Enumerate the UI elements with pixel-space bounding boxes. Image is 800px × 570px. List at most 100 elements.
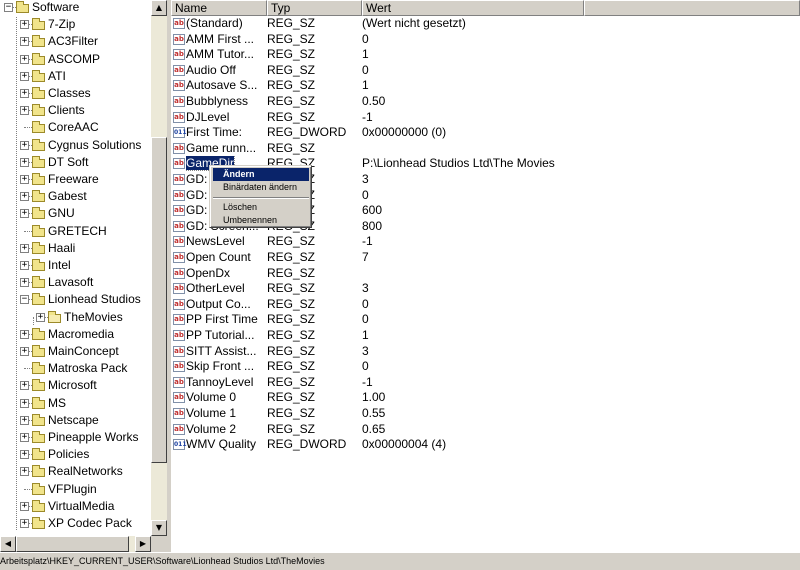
scroll-down-button[interactable]: ▼: [151, 520, 167, 536]
registry-values-list[interactable]: Name Typ Wert ab (Standard) REG_SZ (Wert ni…: [171, 0, 800, 552]
value-row[interactable]: ab OpenDx REG_SZ: [171, 266, 800, 282]
value-row[interactable]: ab Output Co... REG_SZ 0: [171, 297, 800, 313]
expand-icon[interactable]: +: [20, 89, 29, 98]
value-row[interactable]: ab Bubblyness REG_SZ 0.50: [171, 94, 800, 110]
tree-item[interactable]: + Intel: [0, 257, 151, 274]
expand-icon[interactable]: +: [20, 140, 29, 150]
value-data: 7: [362, 250, 369, 264]
tree-item[interactable]: + ATI: [0, 68, 151, 85]
expand-icon[interactable]: +: [20, 467, 29, 477]
expand-icon[interactable]: +: [20, 175, 29, 184]
tree-item[interactable]: − Lionhead Studios: [0, 291, 151, 308]
tree-item[interactable]: + ASCOMP: [0, 51, 151, 68]
value-row[interactable]: ab (Standard) REG_SZ (Wert nicht gesetzt): [171, 16, 800, 32]
value-row[interactable]: ab AMM Tutor... REG_SZ 1: [171, 47, 800, 63]
tree-item[interactable]: + Clients: [0, 102, 151, 119]
tree-item[interactable]: VFPlugin: [0, 481, 151, 498]
expand-icon[interactable]: +: [20, 106, 29, 116]
expand-icon[interactable]: +: [20, 398, 29, 408]
expand-icon[interactable]: +: [20, 347, 29, 356]
tree-vertical-scrollbar[interactable]: ▲ ▼: [151, 0, 167, 536]
tree-item[interactable]: + Microsoft: [0, 377, 151, 394]
collapse-icon[interactable]: −: [20, 295, 29, 305]
menu-item-edit[interactable]: Ändern: [213, 168, 309, 181]
tree-item[interactable]: + Pineapple Works: [0, 429, 151, 446]
tree-item[interactable]: + Macromedia: [0, 326, 151, 343]
expand-icon[interactable]: +: [20, 278, 29, 288]
tree-item[interactable]: + RealNetworks: [0, 463, 151, 480]
value-row[interactable]: 011 WMV Quality REG_DWORD 0x00000004 (4): [171, 437, 800, 453]
tree-item[interactable]: Matroska Pack: [0, 360, 151, 377]
scroll-left-button[interactable]: ◀: [0, 536, 16, 552]
expand-icon[interactable]: +: [20, 501, 29, 511]
tree-item-label: DT Soft: [48, 154, 89, 169]
tree-item[interactable]: + DT Soft: [0, 154, 151, 171]
tree-item[interactable]: + Gabest: [0, 188, 151, 205]
value-row[interactable]: ab PP First Time REG_SZ 0: [171, 312, 800, 328]
tree-item[interactable]: + XP Codec Pack: [0, 515, 151, 532]
tree-item[interactable]: + Classes: [0, 85, 151, 102]
horizontal-scroll-thumb[interactable]: [16, 536, 129, 552]
value-row[interactable]: ab Skip Front ... REG_SZ 0: [171, 359, 800, 375]
menu-item-delete[interactable]: Löschen: [213, 201, 309, 214]
vertical-scroll-thumb[interactable]: [151, 137, 167, 463]
registry-key-tree[interactable]: − Software +7-Zip + AC3Filter + ASCOMP + ATI + Cla…: [0, 0, 151, 536]
expand-icon[interactable]: +: [20, 192, 29, 202]
tree-item[interactable]: + Lavasoft: [0, 274, 151, 291]
expand-icon[interactable]: +: [20, 381, 29, 391]
expand-icon[interactable]: +: [20, 37, 29, 47]
expand-icon[interactable]: +: [20, 209, 29, 219]
value-row[interactable]: ab OtherLevel REG_SZ 3: [171, 281, 800, 297]
tree-item[interactable]: CoreAAC: [0, 119, 151, 136]
tree-item[interactable]: − Software: [0, 0, 151, 16]
column-header-type[interactable]: Typ: [267, 0, 362, 16]
scroll-right-button[interactable]: ▶: [135, 536, 151, 552]
tree-item[interactable]: GRETECH: [0, 223, 151, 240]
expand-icon[interactable]: +: [20, 329, 29, 339]
tree-item[interactable]: + Policies: [0, 446, 151, 463]
collapse-icon[interactable]: −: [4, 3, 13, 12]
tree-item[interactable]: +7-Zip: [0, 16, 151, 33]
value-row[interactable]: ab Open Count REG_SZ 7: [171, 250, 800, 266]
value-row[interactable]: ab Volume 2 REG_SZ 0.65: [171, 422, 800, 438]
expand-icon[interactable]: +: [20, 54, 29, 64]
value-row[interactable]: ab Audio Off REG_SZ 0: [171, 63, 800, 79]
tree-item[interactable]: + VirtualMedia: [0, 498, 151, 515]
value-row[interactable]: ab AMM First ... REG_SZ 0: [171, 32, 800, 48]
expand-icon[interactable]: +: [20, 519, 29, 528]
value-row[interactable]: ab Volume 0 REG_SZ 1.00: [171, 390, 800, 406]
value-row[interactable]: 011 First Time: REG_DWORD 0x00000000 (0): [171, 125, 800, 141]
value-row[interactable]: ab Autosave S... REG_SZ 1: [171, 78, 800, 94]
tree-item[interactable]: + Netscape: [0, 412, 151, 429]
tree-item[interactable]: + Haali: [0, 240, 151, 257]
tree-item[interactable]: + GNU: [0, 205, 151, 222]
expand-icon[interactable]: +: [20, 157, 29, 167]
value-row[interactable]: ab SITT Assist... REG_SZ 3: [171, 344, 800, 360]
menu-item-edit-binary[interactable]: Binärdaten ändern: [213, 181, 309, 194]
tree-item[interactable]: + Cygnus Solutions: [0, 137, 151, 154]
value-row[interactable]: ab PP Tutorial... REG_SZ 1: [171, 328, 800, 344]
value-row[interactable]: ab Volume 1 REG_SZ 0.55: [171, 406, 800, 422]
column-header-name[interactable]: Name: [171, 0, 267, 16]
column-header-data[interactable]: Wert: [362, 0, 584, 16]
expand-icon[interactable]: +: [20, 20, 29, 30]
tree-item[interactable]: + Freeware: [0, 171, 151, 188]
value-row[interactable]: ab NewsLevel REG_SZ -1: [171, 234, 800, 250]
menu-item-rename[interactable]: Umbenennen: [213, 214, 309, 227]
tree-item[interactable]: + MS: [0, 395, 151, 412]
expand-icon[interactable]: +: [20, 71, 29, 81]
tree-item[interactable]: + MainConcept: [0, 343, 151, 360]
tree-horizontal-scrollbar[interactable]: ◀ ▶: [0, 536, 151, 552]
tree-item[interactable]: + TheMovies: [0, 309, 151, 326]
scroll-up-button[interactable]: ▲: [151, 0, 167, 16]
tree-item[interactable]: + AC3Filter: [0, 33, 151, 50]
expand-icon[interactable]: +: [20, 433, 29, 442]
expand-icon[interactable]: +: [20, 415, 29, 425]
value-row[interactable]: ab Game runn... REG_SZ: [171, 141, 800, 157]
expand-icon[interactable]: +: [20, 261, 29, 270]
expand-icon[interactable]: +: [36, 312, 45, 322]
expand-icon[interactable]: +: [20, 450, 29, 460]
value-row[interactable]: ab TannoyLevel REG_SZ -1: [171, 375, 800, 391]
expand-icon[interactable]: +: [20, 243, 29, 253]
value-row[interactable]: ab DJLevel REG_SZ -1: [171, 110, 800, 126]
